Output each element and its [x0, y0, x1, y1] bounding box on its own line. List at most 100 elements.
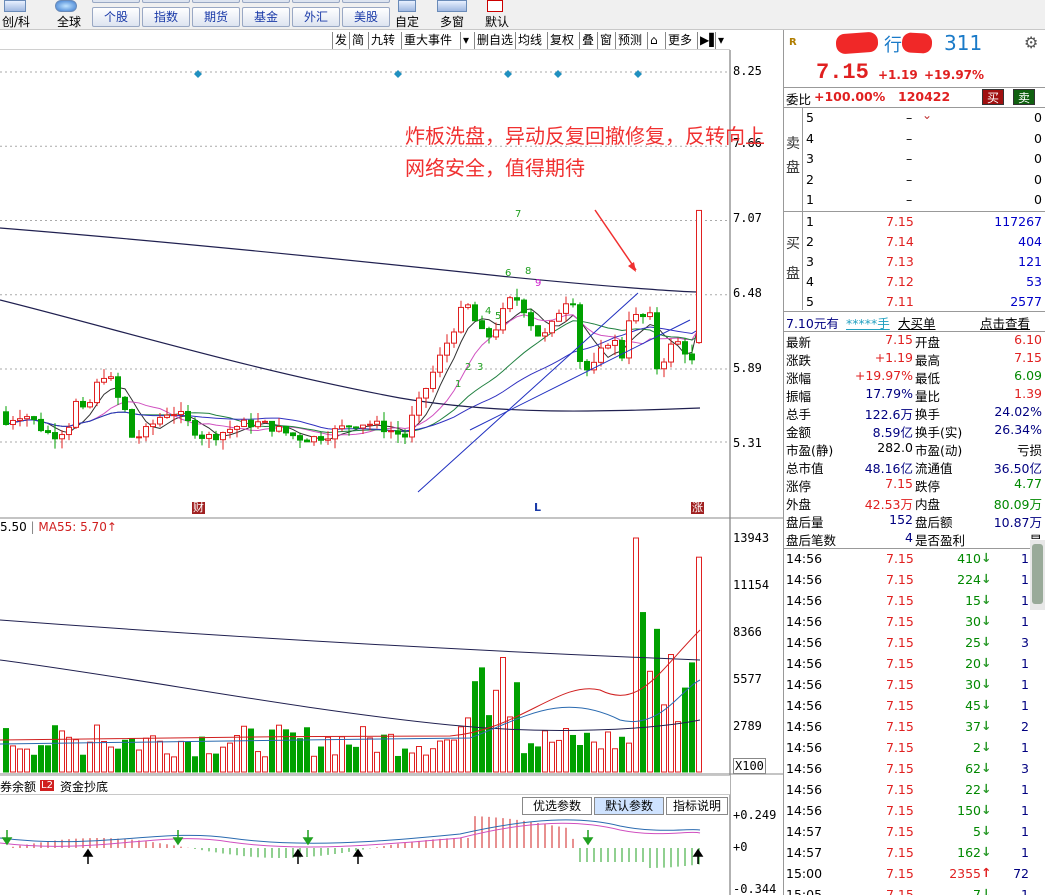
custom-icon[interactable] [398, 0, 416, 12]
tick-price: 7.15 [886, 761, 914, 776]
volume-bar [38, 745, 44, 773]
buy-book-row[interactable]: 2 7.14 404 [784, 233, 1045, 252]
event-diamond[interactable] [634, 70, 642, 78]
forex-button[interactable]: 外汇 [292, 7, 340, 27]
event-l-marker[interactable]: L [534, 502, 541, 514]
tick-row: 14:56 7.15 45 ↓ 1 [784, 697, 1029, 716]
buy-book-row[interactable]: 1 7.15 117267 [784, 213, 1045, 232]
last-price: 7.15 [816, 60, 869, 85]
tick-volume: 30 [965, 614, 981, 629]
l2-badge: L2 [40, 780, 54, 791]
arrow-up-icon: ↑ [981, 865, 992, 880]
volume-bar [10, 745, 16, 773]
limit-up-marker[interactable]: 涨 [691, 502, 704, 514]
gear-icon[interactable]: ⚙ [1024, 33, 1038, 52]
candle-body [535, 325, 541, 337]
candle-body [563, 303, 569, 314]
sell-button[interactable]: 卖 [1013, 89, 1035, 105]
futures-button[interactable]: 期货 [192, 7, 240, 27]
sell-book-row[interactable]: 2 – 0 [784, 171, 1045, 190]
volume-bar [73, 739, 79, 773]
tick-volume: 224 [957, 572, 981, 587]
global-label[interactable]: 全球 [57, 13, 81, 30]
globe-icon[interactable] [55, 0, 77, 12]
volume-bar [381, 734, 387, 773]
candle-body [689, 353, 695, 361]
stock-button[interactable]: 个股 [92, 7, 140, 27]
volume-bar [136, 749, 142, 773]
scroll-thumb[interactable] [1032, 544, 1043, 604]
volume-bar [80, 754, 86, 773]
fund-button[interactable]: 基金 [242, 7, 290, 27]
default-params-button[interactable]: 默认参数 [594, 797, 664, 815]
nine-turn-count: 6 [505, 268, 511, 279]
stat-label: 振幅 [786, 389, 812, 404]
stats-row: 市盈(静) 282.0 市盈(动) 亏损 [784, 440, 1045, 458]
volume-bar [395, 755, 401, 773]
default-label[interactable]: 默认 [485, 13, 509, 30]
multi-window-label[interactable]: 多窗 [440, 13, 464, 30]
volume-ma-lines [0, 619, 701, 745]
nine-turn-count: 4 [485, 306, 491, 317]
stat-label: 跌停 [915, 479, 941, 494]
sell-book-row[interactable]: 5 – 0 [784, 109, 1045, 128]
candle-body [409, 414, 415, 438]
tick-time: 14:56 [786, 719, 823, 734]
volume-bar [535, 746, 541, 773]
volume-bar [402, 748, 408, 773]
buy-book-row[interactable]: 5 7.11 2577 [784, 293, 1045, 312]
candle-body [66, 426, 72, 436]
stat-value: 6.09 [1014, 368, 1042, 383]
candle-body [640, 313, 646, 318]
tick-volume: 410 [957, 551, 981, 566]
book-price: 7.13 [886, 254, 914, 269]
stats-row: 振幅 17.79% 量比 1.39 [784, 386, 1045, 404]
stat-label: 换手 [915, 407, 941, 422]
candle-body [388, 430, 394, 433]
sell-book-row[interactable]: 3 – 0 [784, 150, 1045, 169]
book-price: – [906, 192, 913, 207]
event-diamond[interactable] [504, 70, 512, 78]
candle-body [304, 439, 310, 443]
candle-body [605, 344, 611, 349]
financial-event-marker[interactable]: 财 [192, 502, 205, 514]
tick-volume: 22 [965, 782, 981, 797]
price-tick: 6.48 [733, 286, 762, 300]
buy-book-row[interactable]: 3 7.13 121 [784, 253, 1045, 272]
candle-body [521, 299, 527, 314]
volume-tick: 5577 [733, 672, 762, 686]
custom-label[interactable]: 自定 [395, 13, 419, 30]
volume-bar [157, 740, 163, 773]
ma-long-line [0, 299, 701, 412]
candle-body [528, 312, 534, 327]
candle-body [283, 426, 289, 434]
index-button[interactable]: 指数 [142, 7, 190, 27]
chuangke-icon[interactable] [4, 0, 26, 12]
default-icon[interactable] [487, 0, 503, 12]
stat-value: 24.02% [994, 404, 1042, 419]
event-diamond[interactable] [194, 70, 202, 78]
big-order-link[interactable]: 点击查看 [980, 313, 1030, 332]
chuangke-label[interactable]: 创/科 [2, 13, 30, 30]
indicator-help-button[interactable]: 指标说明 [666, 797, 728, 815]
buy-button[interactable]: 买 [982, 89, 1004, 105]
volume-bar [570, 734, 576, 773]
tab-fund-bottom[interactable]: 资金抄底 [60, 778, 108, 795]
preferred-params-button[interactable]: 优选参数 [522, 797, 592, 815]
tick-scrollbar[interactable] [1030, 540, 1045, 610]
tab-margin-balance[interactable]: 券余额 [0, 778, 36, 795]
buy-book-row[interactable]: 4 7.12 53 [784, 273, 1045, 292]
stat-value: 48.16亿 [864, 461, 913, 476]
tick-volume: 25 [965, 635, 981, 650]
sell-book-row[interactable]: 4 – 0 [784, 130, 1045, 149]
sell-book-row[interactable]: 1 – 0 [784, 191, 1045, 210]
event-diamond[interactable] [394, 70, 402, 78]
candle-body [241, 419, 247, 428]
us-stock-button[interactable]: 美股 [342, 7, 390, 27]
event-diamond[interactable] [554, 70, 562, 78]
multi-window-icon[interactable] [437, 0, 467, 12]
tick-list[interactable]: 14:56 7.15 410 ↓ 1 14:56 7.15 224 ↓ 1 14:56 7.15 15 ↓… [784, 549, 1029, 895]
candle-body [276, 426, 282, 432]
volume-bar [241, 725, 247, 773]
book-price: – [906, 130, 913, 146]
